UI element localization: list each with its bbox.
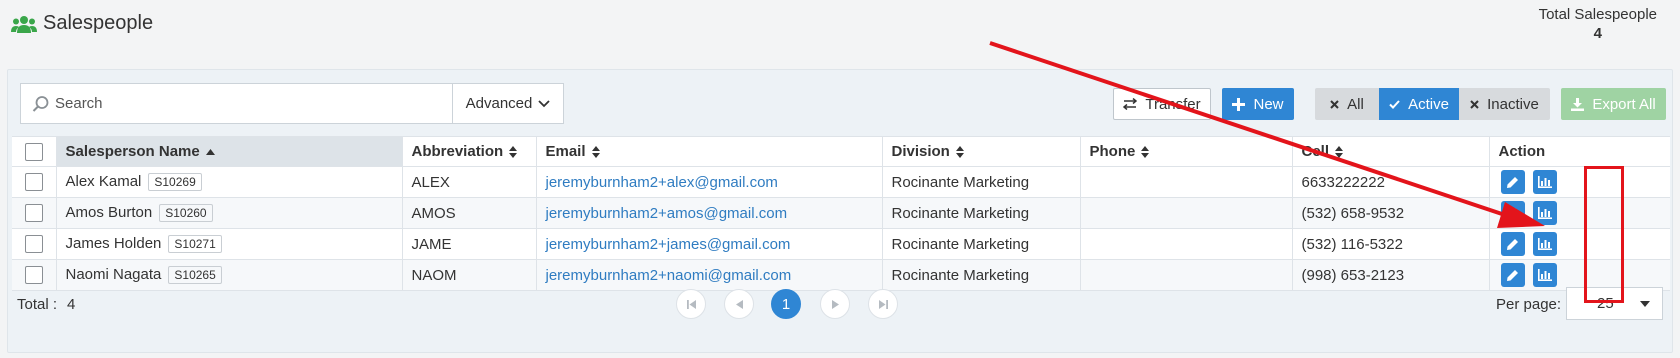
annotation-arrow bbox=[989, 41, 1545, 228]
